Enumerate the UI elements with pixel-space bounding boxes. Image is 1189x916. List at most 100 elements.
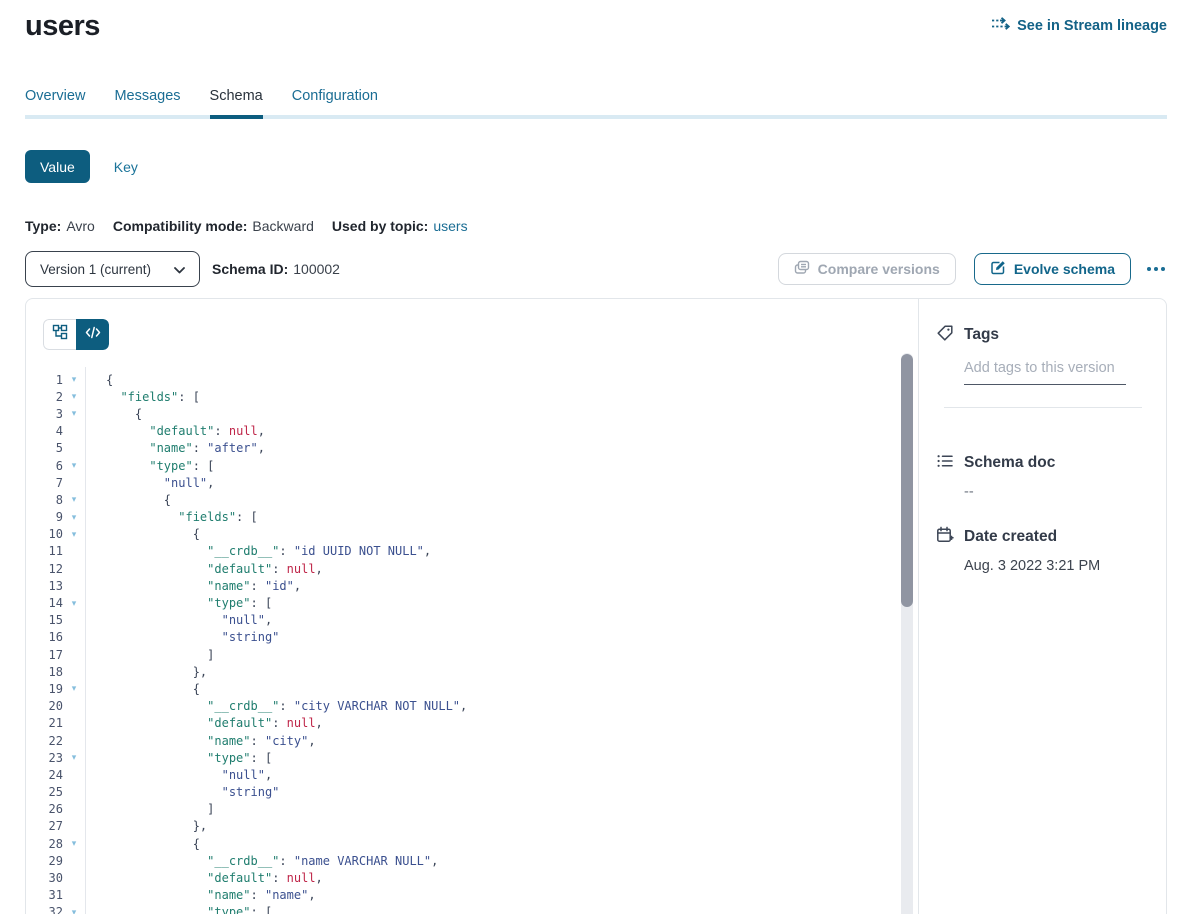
code-line: 11 "__crdb__": "id UUID NOT NULL", xyxy=(26,543,918,560)
code-text: "name": "after", xyxy=(85,441,265,455)
fold-toggle-icon[interactable]: ▾ xyxy=(63,598,85,609)
line-number: 8 xyxy=(26,493,63,507)
line-number: 9 xyxy=(26,510,63,524)
line-number: 4 xyxy=(26,424,63,438)
compatibility-label: Compatibility mode: xyxy=(113,218,248,234)
fold-toggle-icon[interactable]: ▾ xyxy=(63,408,85,419)
list-icon xyxy=(936,452,954,474)
editor-scrollbar-thumb[interactable] xyxy=(901,354,913,607)
schema-meta-row: Type: Avro Compatibility mode: Backward … xyxy=(25,218,1189,234)
code-line: 17 ] xyxy=(26,646,918,663)
code-line: 29 "__crdb__": "name VARCHAR NULL", xyxy=(26,852,918,869)
tab-overview[interactable]: Overview xyxy=(25,88,85,119)
code-text: "type": [ xyxy=(85,751,272,765)
add-tags-input[interactable] xyxy=(964,360,1126,385)
code-line: 27 }, xyxy=(26,818,918,835)
compare-versions-icon xyxy=(794,260,810,279)
tag-icon xyxy=(936,324,954,346)
code-text: "__crdb__": "id UUID NOT NULL", xyxy=(85,544,431,558)
used-by-topic: Used by topic: users xyxy=(332,218,468,234)
code-line: 6▾ "type": [ xyxy=(26,457,918,474)
code-line: 16 "string" xyxy=(26,629,918,646)
compare-versions-button[interactable]: Compare versions xyxy=(778,253,956,285)
fold-toggle-icon[interactable]: ▾ xyxy=(63,494,85,505)
fold-toggle-icon[interactable]: ▾ xyxy=(63,374,85,385)
sidebar-divider xyxy=(944,407,1142,408)
schema-id-value: 100002 xyxy=(293,261,340,277)
code-text: "name": "city", xyxy=(85,734,316,748)
evolve-schema-button[interactable]: Evolve schema xyxy=(974,253,1131,285)
code-view-button[interactable] xyxy=(76,319,109,350)
fold-toggle-icon[interactable]: ▾ xyxy=(63,460,85,471)
tab-schema[interactable]: Schema xyxy=(210,88,263,119)
schema-doc-heading-label: Schema doc xyxy=(964,455,1055,471)
value-toggle-button[interactable]: Value xyxy=(25,150,90,183)
line-number: 11 xyxy=(26,544,63,558)
code-text: { xyxy=(85,527,200,541)
code-text: "__crdb__": "city VARCHAR NOT NULL", xyxy=(85,699,467,713)
schema-editor: 1▾{2▾ "fields": [3▾ {4 "default": null,5… xyxy=(26,299,919,914)
fold-toggle-icon[interactable]: ▾ xyxy=(63,838,85,849)
tab-messages[interactable]: Messages xyxy=(114,88,180,119)
code-line: 31 "name": "name", xyxy=(26,887,918,904)
code-line: 25 "string" xyxy=(26,784,918,801)
line-number: 1 xyxy=(26,373,63,387)
type-label: Type: xyxy=(25,218,61,234)
code-line: 10▾ { xyxy=(26,526,918,543)
code-view-icon xyxy=(85,326,101,344)
schema-card: 1▾{2▾ "fields": [3▾ {4 "default": null,5… xyxy=(25,298,1167,914)
schema-id: Schema ID: 100002 xyxy=(212,261,340,277)
fold-toggle-icon[interactable]: ▾ xyxy=(63,391,85,402)
fold-toggle-icon[interactable]: ▾ xyxy=(63,683,85,694)
line-number: 16 xyxy=(26,630,63,644)
calendar-icon xyxy=(936,526,954,548)
fold-toggle-icon[interactable]: ▾ xyxy=(63,752,85,763)
code-text: { xyxy=(85,373,113,387)
schema-sidebar: Tags Schema doc -- xyxy=(919,299,1166,914)
line-number: 27 xyxy=(26,819,63,833)
fold-toggle-icon[interactable]: ▾ xyxy=(63,907,85,914)
code-line: 18 }, xyxy=(26,663,918,680)
key-toggle-button[interactable]: Key xyxy=(114,159,138,175)
tab-configuration[interactable]: Configuration xyxy=(292,88,378,119)
code-text: { xyxy=(85,837,200,851)
line-number: 17 xyxy=(26,648,63,662)
line-number: 15 xyxy=(26,613,63,627)
schema-page: users See in Stream lineage Overview Mes… xyxy=(0,0,1189,916)
editor-scrollbar-track[interactable] xyxy=(901,353,913,914)
line-number: 14 xyxy=(26,596,63,610)
code-line: 14▾ "type": [ xyxy=(26,594,918,611)
code-text: }, xyxy=(85,665,207,679)
line-number: 31 xyxy=(26,888,63,902)
topic-link[interactable]: users xyxy=(433,218,467,234)
fold-toggle-icon[interactable]: ▾ xyxy=(63,512,85,523)
line-number: 25 xyxy=(26,785,63,799)
stream-lineage-icon xyxy=(991,16,1010,35)
line-number: 28 xyxy=(26,837,63,851)
code-text: "null", xyxy=(85,476,214,490)
version-bar: Version 1 (current) Schema ID: 100002 Co… xyxy=(25,251,1167,287)
code-line: 3▾ { xyxy=(26,405,918,422)
fold-toggle-icon[interactable]: ▾ xyxy=(63,529,85,540)
tree-view-button[interactable] xyxy=(43,319,76,350)
code-line: 4 "default": null, xyxy=(26,423,918,440)
code-text: "name": "id", xyxy=(85,579,301,593)
schema-doc-heading: Schema doc xyxy=(936,452,1150,474)
line-number: 10 xyxy=(26,527,63,541)
ellipsis-icon xyxy=(1147,267,1151,271)
line-number: 6 xyxy=(26,459,63,473)
code-line: 19▾ { xyxy=(26,680,918,697)
line-number: 29 xyxy=(26,854,63,868)
evolve-schema-label: Evolve schema xyxy=(1014,261,1115,277)
version-select[interactable]: Version 1 (current) xyxy=(25,251,200,287)
code-line: 2▾ "fields": [ xyxy=(26,388,918,405)
edit-icon xyxy=(990,260,1006,279)
line-number: 13 xyxy=(26,579,63,593)
compatibility-mode: Compatibility mode: Backward xyxy=(113,218,314,234)
code-line: 7 "null", xyxy=(26,474,918,491)
code-text: "type": [ xyxy=(85,596,272,610)
more-options-button[interactable] xyxy=(1145,261,1167,277)
schema-id-label: Schema ID: xyxy=(212,261,288,277)
code-text: "__crdb__": "name VARCHAR NULL", xyxy=(85,854,438,868)
see-in-stream-lineage-link[interactable]: See in Stream lineage xyxy=(991,16,1167,35)
